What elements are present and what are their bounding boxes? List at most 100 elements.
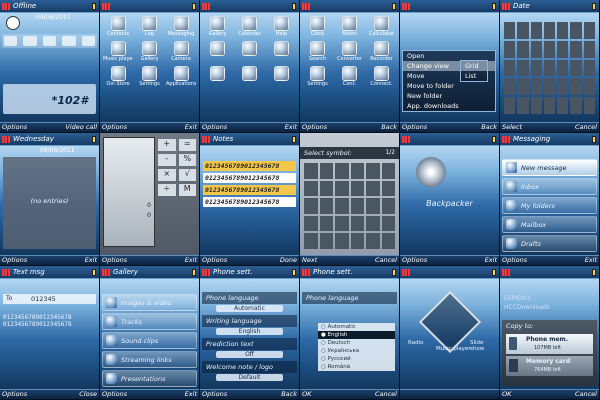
setting-label[interactable]: Phone language xyxy=(202,292,297,304)
radio-label[interactable]: Radio xyxy=(408,340,423,346)
symbol-cell[interactable] xyxy=(335,180,349,197)
left-softkey[interactable]: Next xyxy=(302,256,317,265)
menu-item[interactable]: Help xyxy=(267,16,296,38)
right-softkey[interactable]: Video call xyxy=(65,123,97,132)
submenu-item-grid[interactable]: Grid xyxy=(461,61,487,71)
menu-item[interactable]: Ovi Store xyxy=(103,66,133,88)
right-softkey[interactable]: Back xyxy=(481,123,497,132)
shortcut-icon[interactable] xyxy=(23,36,37,46)
left-softkey[interactable]: Options xyxy=(202,256,227,265)
right-softkey[interactable]: Exit xyxy=(85,256,97,265)
list-item[interactable]: My folders xyxy=(502,197,597,214)
menu-item[interactable]: Search xyxy=(303,41,332,63)
setting-label[interactable]: Writing language xyxy=(202,315,297,327)
list-item[interactable]: Inbox xyxy=(502,178,597,195)
symbol-cell[interactable] xyxy=(381,180,395,197)
slideshow-label[interactable]: Slide show xyxy=(470,340,499,352)
symbol-cell[interactable] xyxy=(304,233,318,249)
radio-option[interactable]: ○ Română xyxy=(318,363,395,371)
right-softkey[interactable]: Cancel xyxy=(575,390,597,399)
notes-editor[interactable]: 0123456789012345678 0123456789012345678 … xyxy=(203,161,296,221)
symbol-cell[interactable] xyxy=(319,180,333,197)
left-softkey[interactable]: Options xyxy=(2,256,27,265)
list-item[interactable]: Sound clips xyxy=(102,332,197,349)
menu-item[interactable] xyxy=(203,41,232,63)
calendar-cell[interactable] xyxy=(557,97,569,114)
menu-item[interactable]: Contacts xyxy=(103,16,133,38)
shortcut-icon[interactable] xyxy=(62,36,76,46)
shortcut-icon[interactable] xyxy=(4,36,18,46)
symbol-cell[interactable] xyxy=(335,163,349,179)
operator-key[interactable]: M xyxy=(178,184,196,196)
symbol-cell[interactable] xyxy=(304,180,318,197)
list-item[interactable]: Drafts xyxy=(502,235,597,252)
left-softkey[interactable]: Options xyxy=(2,390,27,399)
menu-item-app-downloads[interactable]: App. downloads xyxy=(403,101,495,111)
list-item[interactable]: Images & video xyxy=(102,294,197,311)
list-item[interactable]: Streaming links xyxy=(102,351,197,368)
menu-item-new-folder[interactable]: New folder xyxy=(403,91,495,101)
symbol-cell[interactable] xyxy=(350,198,364,214)
folder-item[interactable]: HCCDownloads xyxy=(502,303,597,312)
calendar-cell[interactable] xyxy=(517,97,529,114)
calendar-cell[interactable] xyxy=(530,59,542,77)
symbol-cell[interactable] xyxy=(350,233,364,249)
menu-item[interactable]: Music player xyxy=(103,41,133,63)
calendar-cell[interactable] xyxy=(557,22,569,39)
right-softkey[interactable]: Close xyxy=(79,390,97,399)
calendar-cell[interactable] xyxy=(570,22,582,39)
calendar-grid[interactable] xyxy=(504,22,595,114)
left-softkey[interactable]: Options xyxy=(202,390,227,399)
operator-key[interactable]: + xyxy=(158,139,176,151)
left-softkey[interactable]: Options xyxy=(202,123,227,132)
right-softkey[interactable]: Exit xyxy=(485,256,497,265)
menu-item[interactable]: Settings xyxy=(303,66,332,88)
calendar-cell[interactable] xyxy=(583,40,595,58)
menu-item[interactable] xyxy=(235,41,264,63)
right-softkey[interactable]: Back xyxy=(381,123,397,132)
menu-item[interactable]: Settings xyxy=(136,66,163,88)
submenu-item-list[interactable]: List xyxy=(461,71,487,81)
operator-key[interactable]: √ xyxy=(178,169,196,181)
calendar-cell[interactable] xyxy=(543,59,556,77)
right-softkey[interactable]: Exit xyxy=(185,123,197,132)
folder-item[interactable]: ESPKit01 xyxy=(502,294,597,303)
calendar-cell[interactable] xyxy=(504,40,516,58)
right-softkey[interactable]: Cancel xyxy=(375,390,397,399)
setting-value[interactable]: Automatic xyxy=(216,305,283,312)
symbol-cell[interactable] xyxy=(335,215,349,232)
calendar-cell[interactable] xyxy=(570,40,582,58)
calendar-cell[interactable] xyxy=(530,78,542,96)
calendar-cell[interactable] xyxy=(583,78,595,96)
to-field[interactable]: To 012345 xyxy=(3,294,96,304)
calendar-cell[interactable] xyxy=(504,78,516,96)
menu-item[interactable]: Clock xyxy=(303,16,332,38)
operator-key[interactable]: ÷ xyxy=(158,184,176,196)
symbol-cell[interactable] xyxy=(319,198,333,214)
shortcut-bar[interactable] xyxy=(2,34,97,48)
list-item[interactable]: New message xyxy=(502,159,597,176)
calendar-cell[interactable] xyxy=(557,78,569,96)
symbol-cell[interactable] xyxy=(381,215,395,232)
setting-label[interactable]: Welcome note / logo xyxy=(202,361,297,373)
setting-value[interactable]: Default xyxy=(216,374,283,381)
calendar-cell[interactable] xyxy=(543,22,556,39)
symbol-cell[interactable] xyxy=(319,163,333,179)
symbol-cell[interactable] xyxy=(366,198,380,214)
symbol-cell[interactable] xyxy=(319,233,333,249)
symbol-cell[interactable] xyxy=(366,163,380,179)
left-softkey[interactable]: Options xyxy=(402,256,427,265)
list-item[interactable]: Presentations xyxy=(102,370,197,387)
symbol-cell[interactable] xyxy=(319,215,333,232)
menu-item-move-to-folder[interactable]: Move to folder xyxy=(403,81,495,91)
setting-value[interactable]: Off xyxy=(216,351,283,358)
menu-item[interactable] xyxy=(267,41,296,63)
left-softkey[interactable]: Options xyxy=(402,123,427,132)
left-softkey[interactable]: Options xyxy=(102,123,127,132)
left-softkey[interactable]: Options xyxy=(102,256,127,265)
calendar-cell[interactable] xyxy=(517,59,529,77)
operator-key[interactable]: × xyxy=(158,169,176,181)
operator-key[interactable]: = xyxy=(178,139,196,151)
menu-item[interactable] xyxy=(267,66,296,88)
menu-item[interactable]: Gallery xyxy=(203,16,232,38)
